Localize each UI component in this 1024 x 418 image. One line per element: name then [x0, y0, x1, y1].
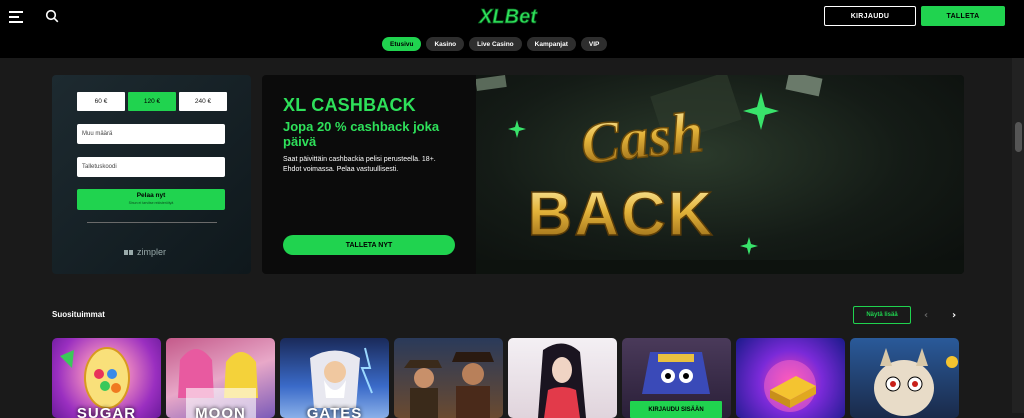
tab-live-casino[interactable]: Live Casino: [469, 37, 522, 51]
game-art: [764, 360, 816, 412]
cash-word: Cash: [578, 99, 707, 176]
zimpler-logo: zimpler: [124, 247, 166, 257]
amount-option-120[interactable]: 120 €: [128, 92, 176, 111]
cashback-art-svg: Cash BACK: [475, 75, 964, 274]
game-tile-gates[interactable]: GATES: [280, 338, 389, 418]
chevron-left-icon[interactable]: ‹: [920, 309, 932, 321]
show-more-button[interactable]: Näytä lisää: [853, 306, 911, 324]
search-icon[interactable]: [45, 9, 59, 23]
game-art: [404, 352, 494, 418]
other-amount-field[interactable]: Muu määrä: [77, 124, 225, 144]
banner-text: Saat päivittäin cashbackia pelisi perust…: [283, 156, 436, 173]
divider: [87, 222, 217, 223]
deposit-button[interactable]: TALLETA: [921, 6, 1005, 26]
top-bar: XLBet KIRJAUDU TALLETA Etusivu Kasino Li…: [0, 0, 1024, 58]
login-button[interactable]: KIRJAUDU: [824, 6, 916, 26]
game-tile-monster[interactable]: [850, 338, 959, 418]
amount-option-240[interactable]: 240 €: [179, 92, 227, 111]
main-nav: Etusivu Kasino Live Casino Kampanjat VIP: [382, 37, 608, 51]
section-title: Suosituimmat: [52, 310, 105, 319]
game-tile-pharaoh[interactable]: KIRJAUDU SISÄÄN: [622, 338, 731, 418]
logo[interactable]: XLBet: [478, 3, 538, 29]
menu-icon[interactable]: [9, 11, 23, 23]
zimpler-icon: [124, 249, 133, 255]
tab-kasino[interactable]: Kasino: [426, 37, 465, 51]
deposit-now-button[interactable]: TALLETA NYT: [283, 235, 455, 255]
game-tile-western[interactable]: [394, 338, 503, 418]
game-tile-gold[interactable]: [736, 338, 845, 418]
play-now-button[interactable]: Pelaa nyt Sinun ei tarvitse rekisteröity…: [77, 189, 225, 210]
game-tile-moon[interactable]: MOON: [166, 338, 275, 418]
game-login-button[interactable]: KIRJAUDU SISÄÄN: [630, 401, 722, 418]
play-now-label: Pelaa nyt: [136, 192, 166, 199]
amount-option-60[interactable]: 60 €: [77, 92, 125, 111]
game-tile-mystic[interactable]: [508, 338, 617, 418]
amount-options: 60 € 120 € 240 €: [77, 92, 227, 111]
cashback-artwork: Cash BACK: [475, 75, 964, 274]
tab-vip[interactable]: VIP: [580, 37, 608, 51]
banner-floor: [476, 260, 964, 274]
sparkle-icon: [740, 237, 758, 255]
tab-etusivu[interactable]: Etusivu: [382, 37, 422, 51]
banner-title: XL CASHBACK: [283, 95, 416, 115]
banner-subtitle: Jopa 20 % cashback joka päivä: [283, 119, 440, 149]
scrollbar[interactable]: [1012, 58, 1024, 413]
game-title: SUGAR: [76, 405, 137, 418]
game-title: MOON: [195, 405, 246, 418]
zimpler-text: zimpler: [137, 247, 167, 257]
chevron-right-icon[interactable]: ›: [948, 309, 960, 321]
banknote-icon: [785, 75, 823, 97]
banknote-icon: [475, 75, 507, 92]
sparkle-icon: [508, 120, 526, 138]
quick-deposit-panel: 60 € 120 € 240 € Muu määrä Talletuskoodi…: [52, 75, 251, 274]
logo-text: XLBet: [478, 6, 538, 28]
promo-banner[interactable]: Cash BACK XL CASHBACK Jopa 20 % cashback…: [262, 75, 964, 274]
game-tile-sugar[interactable]: SUGAR: [52, 338, 161, 418]
game-title: GATES: [306, 405, 363, 418]
bonus-code-field[interactable]: Talletuskoodi: [77, 157, 225, 177]
game-art: [538, 343, 586, 418]
play-now-sublabel: Sinun ei tarvitse rekisteröityä: [128, 201, 174, 205]
game-carousel: SUGAR MOON GATES KIRJAUDU SISÄÄN: [52, 338, 959, 418]
back-word: BACK: [527, 180, 714, 249]
scrollbar-thumb[interactable]: [1015, 122, 1022, 152]
game-art: [874, 348, 958, 416]
tab-kampanjat[interactable]: Kampanjat: [526, 37, 576, 51]
sparkle-icon: [743, 92, 779, 130]
